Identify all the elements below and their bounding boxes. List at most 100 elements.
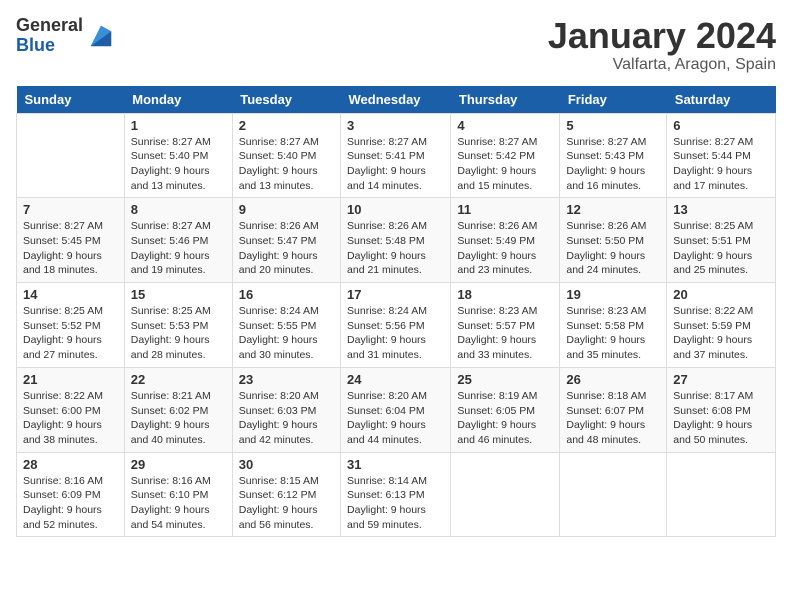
calendar-cell xyxy=(667,452,776,537)
calendar-cell: 12Sunrise: 8:26 AMSunset: 5:50 PMDayligh… xyxy=(560,198,667,283)
day-number: 23 xyxy=(239,372,334,387)
week-row-4: 21Sunrise: 8:22 AMSunset: 6:00 PMDayligh… xyxy=(17,367,776,452)
day-number: 30 xyxy=(239,457,334,472)
day-info: Sunrise: 8:27 AMSunset: 5:41 PMDaylight:… xyxy=(347,135,444,194)
day-info: Sunrise: 8:26 AMSunset: 5:49 PMDaylight:… xyxy=(457,219,553,278)
calendar-cell: 21Sunrise: 8:22 AMSunset: 6:00 PMDayligh… xyxy=(17,367,125,452)
day-info: Sunrise: 8:15 AMSunset: 6:12 PMDaylight:… xyxy=(239,474,334,533)
day-info: Sunrise: 8:25 AMSunset: 5:52 PMDaylight:… xyxy=(23,304,118,363)
location: Valfarta, Aragon, Spain xyxy=(548,56,776,74)
day-info: Sunrise: 8:27 AMSunset: 5:44 PMDaylight:… xyxy=(673,135,769,194)
day-info: Sunrise: 8:27 AMSunset: 5:45 PMDaylight:… xyxy=(23,219,118,278)
day-number: 6 xyxy=(673,118,769,133)
calendar-cell xyxy=(451,452,560,537)
day-info: Sunrise: 8:27 AMSunset: 5:43 PMDaylight:… xyxy=(566,135,660,194)
title-block: January 2024 Valfarta, Aragon, Spain xyxy=(548,16,776,74)
day-info: Sunrise: 8:27 AMSunset: 5:42 PMDaylight:… xyxy=(457,135,553,194)
calendar-cell: 29 Sunrise: 8:16 AMSunset: 6:10 PMDayligh… xyxy=(124,452,232,537)
calendar-cell: 15 Sunrise: 8:25 AMSunset: 5:53 PMDayligh… xyxy=(124,283,232,368)
header-day-sunday: Sunday xyxy=(17,86,125,114)
calendar-cell: 25 Sunrise: 8:19 AMSunset: 6:05 PMDayligh… xyxy=(451,367,560,452)
day-number: 15 xyxy=(131,287,226,302)
calendar-cell: 10 Sunrise: 8:26 AMSunset: 5:48 PMDayligh… xyxy=(341,198,451,283)
day-number: 11 xyxy=(457,202,553,217)
day-info: Sunrise: 8:16 AMSunset: 6:09 PMDaylight:… xyxy=(23,474,118,533)
day-number: 26 xyxy=(566,372,660,387)
calendar-cell: 17 Sunrise: 8:24 AMSunset: 5:56 PMDayligh… xyxy=(341,283,451,368)
day-info: Sunrise: 8:25 AMSunset: 5:53 PMDaylight:… xyxy=(131,304,226,363)
week-row-2: 7Sunrise: 8:27 AMSunset: 5:45 PMDaylight… xyxy=(17,198,776,283)
day-number: 4 xyxy=(457,118,553,133)
page-header: General Blue January 2024 Valfarta, Arag… xyxy=(16,16,776,74)
month-title: January 2024 xyxy=(548,16,776,56)
calendar-cell: 20Sunrise: 8:22 AMSunset: 5:59 PMDayligh… xyxy=(667,283,776,368)
header-day-tuesday: Tuesday xyxy=(232,86,340,114)
day-info: Sunrise: 8:21 AMSunset: 6:02 PMDaylight:… xyxy=(131,389,226,448)
calendar-cell: 24 Sunrise: 8:20 AMSunset: 6:04 PMDayligh… xyxy=(341,367,451,452)
day-info: Sunrise: 8:23 AMSunset: 5:58 PMDaylight:… xyxy=(566,304,660,363)
header-day-saturday: Saturday xyxy=(667,86,776,114)
calendar-cell: 7Sunrise: 8:27 AMSunset: 5:45 PMDaylight… xyxy=(17,198,125,283)
calendar-cell: 9 Sunrise: 8:26 AMSunset: 5:47 PMDaylight… xyxy=(232,198,340,283)
day-number: 17 xyxy=(347,287,444,302)
logo-text: General Blue xyxy=(16,16,83,56)
calendar-cell: 1 Sunrise: 8:27 AMSunset: 5:40 PMDaylight… xyxy=(124,113,232,198)
calendar-cell xyxy=(17,113,125,198)
day-number: 9 xyxy=(239,202,334,217)
day-number: 5 xyxy=(566,118,660,133)
week-row-5: 28 Sunrise: 8:16 AMSunset: 6:09 PMDayligh… xyxy=(17,452,776,537)
header-day-thursday: Thursday xyxy=(451,86,560,114)
calendar-cell: 26 Sunrise: 8:18 AMSunset: 6:07 PMDayligh… xyxy=(560,367,667,452)
calendar-cell: 2 Sunrise: 8:27 AMSunset: 5:40 PMDaylight… xyxy=(232,113,340,198)
calendar-cell: 27 Sunrise: 8:17 AMSunset: 6:08 PMDayligh… xyxy=(667,367,776,452)
day-info: Sunrise: 8:22 AMSunset: 6:00 PMDaylight:… xyxy=(23,389,118,448)
day-number: 24 xyxy=(347,372,444,387)
day-info: Sunrise: 8:16 AMSunset: 6:10 PMDaylight:… xyxy=(131,474,226,533)
day-number: 1 xyxy=(131,118,226,133)
calendar-cell: 5 Sunrise: 8:27 AMSunset: 5:43 PMDaylight… xyxy=(560,113,667,198)
day-info: Sunrise: 8:27 AMSunset: 5:40 PMDaylight:… xyxy=(239,135,334,194)
calendar-cell: 31Sunrise: 8:14 AMSunset: 6:13 PMDayligh… xyxy=(341,452,451,537)
header-day-monday: Monday xyxy=(124,86,232,114)
logo-icon xyxy=(87,22,115,50)
calendar-cell: 4 Sunrise: 8:27 AMSunset: 5:42 PMDaylight… xyxy=(451,113,560,198)
calendar-cell: 13Sunrise: 8:25 AMSunset: 5:51 PMDayligh… xyxy=(667,198,776,283)
calendar-cell: 19 Sunrise: 8:23 AMSunset: 5:58 PMDayligh… xyxy=(560,283,667,368)
day-info: Sunrise: 8:18 AMSunset: 6:07 PMDaylight:… xyxy=(566,389,660,448)
calendar-cell: 23Sunrise: 8:20 AMSunset: 6:03 PMDayligh… xyxy=(232,367,340,452)
day-number: 8 xyxy=(131,202,226,217)
calendar-cell: 30 Sunrise: 8:15 AMSunset: 6:12 PMDayligh… xyxy=(232,452,340,537)
day-info: Sunrise: 8:23 AMSunset: 5:57 PMDaylight:… xyxy=(457,304,553,363)
day-number: 28 xyxy=(23,457,118,472)
day-number: 2 xyxy=(239,118,334,133)
day-info: Sunrise: 8:22 AMSunset: 5:59 PMDaylight:… xyxy=(673,304,769,363)
day-info: Sunrise: 8:24 AMSunset: 5:56 PMDaylight:… xyxy=(347,304,444,363)
header-day-friday: Friday xyxy=(560,86,667,114)
day-number: 29 xyxy=(131,457,226,472)
day-number: 14 xyxy=(23,287,118,302)
calendar-cell: 18 Sunrise: 8:23 AMSunset: 5:57 PMDayligh… xyxy=(451,283,560,368)
logo: General Blue xyxy=(16,16,115,56)
day-info: Sunrise: 8:20 AMSunset: 6:04 PMDaylight:… xyxy=(347,389,444,448)
day-number: 27 xyxy=(673,372,769,387)
day-info: Sunrise: 8:26 AMSunset: 5:47 PMDaylight:… xyxy=(239,219,334,278)
day-number: 10 xyxy=(347,202,444,217)
calendar-cell: 16Sunrise: 8:24 AMSunset: 5:55 PMDayligh… xyxy=(232,283,340,368)
day-number: 19 xyxy=(566,287,660,302)
day-number: 18 xyxy=(457,287,553,302)
calendar-cell: 8Sunrise: 8:27 AMSunset: 5:46 PMDaylight… xyxy=(124,198,232,283)
day-number: 25 xyxy=(457,372,553,387)
day-info: Sunrise: 8:25 AMSunset: 5:51 PMDaylight:… xyxy=(673,219,769,278)
day-info: Sunrise: 8:26 AMSunset: 5:48 PMDaylight:… xyxy=(347,219,444,278)
day-info: Sunrise: 8:27 AMSunset: 5:40 PMDaylight:… xyxy=(131,135,226,194)
calendar-cell: 28 Sunrise: 8:16 AMSunset: 6:09 PMDayligh… xyxy=(17,452,125,537)
logo-general: General xyxy=(16,16,83,36)
header-day-wednesday: Wednesday xyxy=(341,86,451,114)
day-info: Sunrise: 8:24 AMSunset: 5:55 PMDaylight:… xyxy=(239,304,334,363)
calendar-cell: 22Sunrise: 8:21 AMSunset: 6:02 PMDayligh… xyxy=(124,367,232,452)
day-info: Sunrise: 8:19 AMSunset: 6:05 PMDaylight:… xyxy=(457,389,553,448)
day-info: Sunrise: 8:17 AMSunset: 6:08 PMDaylight:… xyxy=(673,389,769,448)
calendar-cell: 3Sunrise: 8:27 AMSunset: 5:41 PMDaylight… xyxy=(341,113,451,198)
calendar-cell xyxy=(560,452,667,537)
day-number: 31 xyxy=(347,457,444,472)
